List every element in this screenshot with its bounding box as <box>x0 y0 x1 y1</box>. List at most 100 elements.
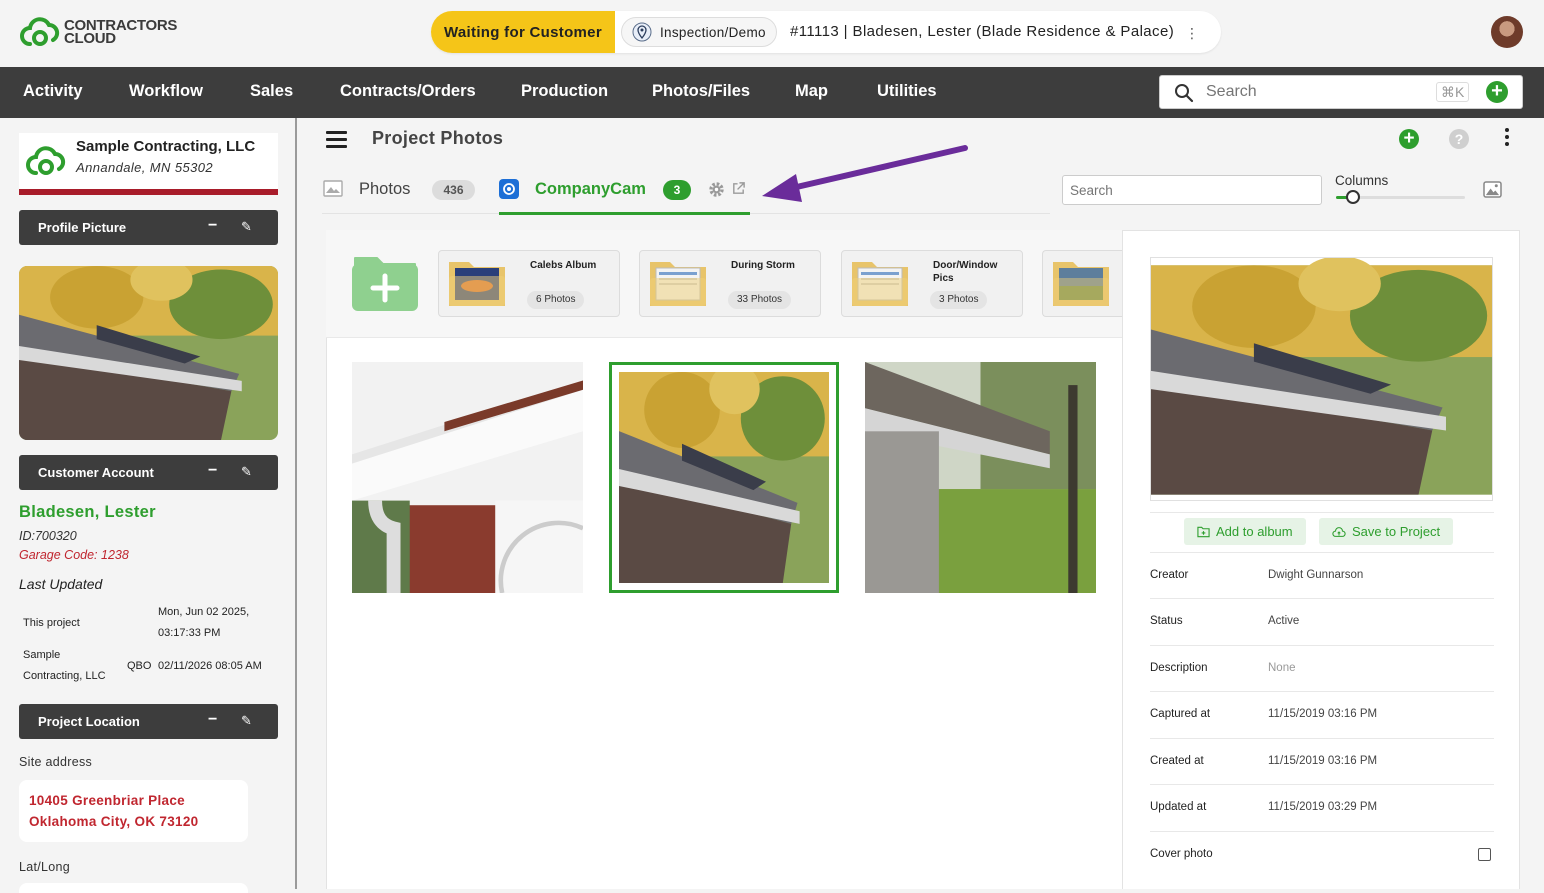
detail-key: Captured at <box>1150 708 1211 720</box>
add-to-album-button[interactable]: Add to album <box>1184 518 1306 545</box>
global-search-input[interactable] <box>1206 81 1426 103</box>
tab-companycam[interactable]: CompanyCam <box>535 180 646 199</box>
site-address-label: Site address <box>19 755 93 769</box>
latlong-label: Lat/Long <box>19 860 71 874</box>
album-name: Door/Window Pics <box>933 260 998 284</box>
gallery-view-icon[interactable] <box>1483 181 1502 198</box>
address-line-1: 10405 Greenbriar Place <box>29 793 185 808</box>
album-card[interactable]: Calebs Album 6 Photos <box>438 250 620 317</box>
detail-key: Creator <box>1150 569 1189 581</box>
company-name: Sample Contracting, LLC <box>76 138 256 155</box>
selected-photo-preview[interactable] <box>1150 257 1493 501</box>
last-updated-project-time: 03:17:33 PM <box>158 627 221 639</box>
global-search-box: ⌘K + <box>1159 75 1523 109</box>
detail-key: Updated at <box>1150 801 1207 813</box>
global-add-button[interactable]: + <box>1486 81 1508 103</box>
job-more-menu-icon[interactable]: ⋮ <box>1185 25 1199 42</box>
edit-pencil-icon[interactable]: ✎ <box>241 219 252 235</box>
project-location-panel-header[interactable]: Project Location − ✎ <box>19 704 278 739</box>
album-photo-count: 33 Photos <box>728 291 792 309</box>
detail-value: 11/15/2019 03:16 PM <box>1268 755 1378 767</box>
add-to-album-label: Add to album <box>1216 524 1293 539</box>
last-updated-project-label: This project <box>23 617 80 629</box>
stage-label: Inspection/Demo <box>660 24 766 40</box>
latlong-card <box>19 883 248 893</box>
profile-picture-panel-header[interactable]: Profile Picture − ✎ <box>19 210 278 245</box>
main-nav: Activity Workflow Sales Contracts/Orders… <box>0 67 1544 118</box>
app-logo[interactable]: CONTRACTORS CLOUD <box>20 16 177 48</box>
collapse-icon[interactable]: − <box>208 711 217 729</box>
photo-thumbnail[interactable] <box>865 362 1096 593</box>
detail-row-captured-at: Captured at 11/15/2019 03:16 PM <box>1150 691 1494 737</box>
customer-account-panel-header[interactable]: Customer Account − ✎ <box>19 455 278 490</box>
company-card[interactable]: Sample Contracting, LLC Annandale, MN 55… <box>19 133 278 195</box>
nav-item-production[interactable]: Production <box>521 82 608 101</box>
company-location: Annandale, MN 55302 <box>76 160 213 175</box>
more-options-icon[interactable] <box>1505 128 1511 149</box>
folder-icon <box>852 262 908 306</box>
photo-search-input[interactable] <box>1070 177 1310 203</box>
cover-photo-checkbox[interactable] <box>1478 848 1491 861</box>
nav-item-utilities[interactable]: Utilities <box>877 82 937 101</box>
last-updated-company-label-1: Sample <box>23 649 61 661</box>
album-card[interactable]: Door/Window Pics 3 Photos <box>841 250 1023 317</box>
nav-item-activity[interactable]: Activity <box>23 82 83 101</box>
last-updated-heading: Last Updated <box>19 576 103 592</box>
status-badge[interactable]: Waiting for Customer <box>431 11 615 53</box>
album-photo-count: 6 Photos <box>527 291 585 309</box>
photo-thumbnail[interactable] <box>352 362 583 593</box>
collapse-icon[interactable]: − <box>208 462 217 480</box>
companycam-icon <box>499 179 519 199</box>
companycam-count-badge: 3 <box>663 180 691 200</box>
user-avatar[interactable] <box>1491 16 1523 48</box>
detail-key: Description <box>1150 662 1208 674</box>
cloud-logo-icon <box>20 17 60 46</box>
gear-icon[interactable] <box>708 181 725 198</box>
detail-key: Status <box>1150 615 1183 627</box>
edit-pencil-icon[interactable]: ✎ <box>241 713 252 729</box>
project-sidebar: Sample Contracting, LLC Annandale, MN 55… <box>0 118 297 893</box>
edit-pencil-icon[interactable]: ✎ <box>241 464 252 480</box>
album-card[interactable]: During Storm 33 Photos <box>639 250 821 317</box>
profile-picture[interactable] <box>19 266 278 440</box>
last-updated-company-date: 02/11/2026 08:05 AM <box>158 660 262 672</box>
last-updated-company-label-2: Contracting, LLC <box>23 670 106 682</box>
detail-row-updated-at: Updated at 11/15/2019 03:29 PM <box>1150 784 1494 830</box>
nav-item-map[interactable]: Map <box>795 82 828 101</box>
columns-slider-handle[interactable] <box>1346 190 1360 204</box>
folder-icon <box>1053 262 1109 306</box>
customer-id: ID:700320 <box>19 529 77 543</box>
detail-key: Created at <box>1150 755 1204 767</box>
save-to-project-button[interactable]: Save to Project <box>1319 518 1454 545</box>
new-album-button[interactable] <box>351 254 419 312</box>
panel-title: Customer Account <box>38 465 154 480</box>
save-to-project-label: Save to Project <box>1352 524 1441 539</box>
nav-item-sales[interactable]: Sales <box>250 82 293 101</box>
detail-value: 11/15/2019 03:16 PM <box>1268 708 1378 720</box>
stage-chip[interactable]: Inspection/Demo <box>621 17 777 47</box>
add-photo-button[interactable]: + <box>1399 129 1419 149</box>
cover-photo-label: Cover photo <box>1150 848 1213 860</box>
search-icon <box>1175 84 1194 103</box>
nav-item-photos-files[interactable]: Photos/Files <box>652 82 750 101</box>
collapse-icon[interactable]: − <box>208 217 217 235</box>
folder-add-icon <box>1197 526 1210 537</box>
photo-search-box <box>1062 175 1322 205</box>
detail-row-created-at: Created at 11/15/2019 03:16 PM <box>1150 738 1494 784</box>
nav-item-contracts-orders[interactable]: Contracts/Orders <box>340 82 476 101</box>
customer-name-link[interactable]: Bladesen, Lester <box>19 503 156 522</box>
album-card[interactable] <box>1042 250 1122 317</box>
job-status-bar: Waiting for Customer Inspection/Demo #11… <box>431 11 1221 53</box>
external-link-icon[interactable] <box>731 181 746 196</box>
help-icon[interactable]: ? <box>1449 129 1469 149</box>
photo-thumbnail-selected[interactable] <box>609 362 839 593</box>
detail-row-creator: Creator Dwight Gunnarson <box>1150 552 1494 598</box>
detail-value: Active <box>1268 615 1300 627</box>
nav-item-workflow[interactable]: Workflow <box>129 82 203 101</box>
tab-photos[interactable]: Photos <box>359 180 410 199</box>
hamburger-menu-icon[interactable] <box>326 131 347 152</box>
site-address-card[interactable]: 10405 Greenbriar Place Oklahoma City, OK… <box>19 780 248 842</box>
photos-count-badge: 436 <box>432 180 475 200</box>
logo-wordmark: CONTRACTORS CLOUD <box>64 18 177 46</box>
album-photo-count: 3 Photos <box>930 291 988 309</box>
